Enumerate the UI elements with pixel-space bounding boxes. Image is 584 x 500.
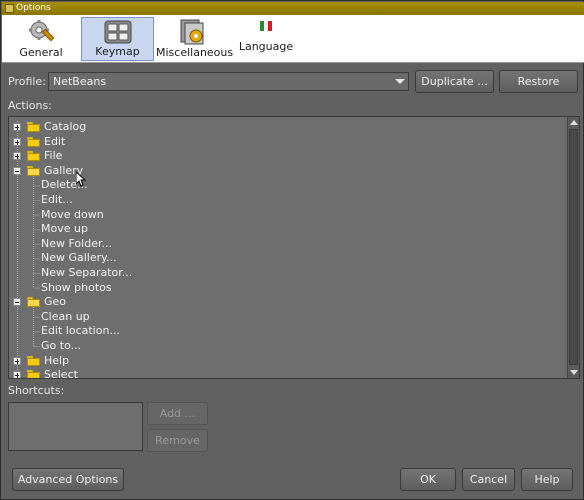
misc-icon [180, 19, 204, 45]
tree-action-item[interactable]: Show photos [41, 281, 112, 295]
folder-icon [27, 151, 40, 162]
shortcuts-label: Shortcuts: [8, 384, 65, 397]
collapse-icon[interactable] [13, 298, 21, 307]
folder-open-icon [27, 165, 40, 176]
gear-wrench-icon [29, 20, 55, 42]
actions-tree[interactable]: Catalog Edit File Gallery Delete... Edit... Mo… [8, 116, 580, 379]
tree-folder-item[interactable]: Edit [44, 135, 65, 149]
cancel-button[interactable]: Cancel [462, 468, 515, 491]
window-icon [5, 4, 14, 13]
actions-label: Actions: [8, 99, 52, 112]
expand-icon[interactable] [13, 152, 21, 161]
tree-action-item[interactable]: Go to... [41, 339, 81, 353]
scroll-down-icon[interactable] [570, 370, 578, 375]
tab-language[interactable]: Language [236, 17, 296, 61]
chevron-down-icon[interactable] [395, 79, 405, 84]
tree-action-item[interactable]: Move up [41, 222, 88, 236]
tree-action-item[interactable]: New Gallery... [41, 251, 117, 265]
scroll-up-icon[interactable] [570, 120, 578, 125]
category-toolbar: General Keymap Miscellaneous Language [2, 15, 584, 63]
tree-action-item[interactable]: Edit... [41, 193, 73, 207]
tree-folder-item[interactable]: Catalog [44, 120, 86, 134]
profile-select[interactable]: NetBeans [48, 72, 409, 91]
tree-folder-item[interactable]: Help [44, 354, 69, 368]
actions-scrollbar[interactable] [567, 117, 579, 378]
expand-icon[interactable] [13, 123, 21, 131]
tab-miscellaneous-label: Miscellaneous [156, 46, 234, 59]
tab-general[interactable]: General [8, 17, 74, 61]
tab-keymap[interactable]: Keymap [81, 17, 154, 61]
folder-icon [27, 122, 40, 132]
window-title: Options [16, 3, 51, 13]
title-bar[interactable]: Options [2, 2, 584, 15]
duplicate-button[interactable]: Duplicate ... [415, 70, 494, 93]
profile-label: Profile: [8, 75, 46, 88]
shortcuts-list[interactable] [8, 402, 143, 451]
tree-folder-item[interactable]: Select [44, 368, 78, 378]
folder-icon [27, 355, 40, 366]
tree-action-item[interactable]: New Separator... [41, 266, 132, 280]
tab-keymap-label: Keymap [95, 45, 140, 58]
options-window: Options General Keymap Miscellaneous Lan… [0, 0, 584, 500]
folder-icon [27, 370, 40, 378]
remove-shortcut-button[interactable]: Remove [147, 429, 208, 452]
tab-general-label: General [19, 46, 63, 59]
folder-open-icon [27, 297, 40, 308]
advanced-options-button[interactable]: Advanced Options [12, 468, 124, 491]
keyboard-icon [104, 20, 131, 44]
tab-miscellaneous[interactable]: Miscellaneous [156, 17, 234, 61]
mouse-pointer-icon [76, 172, 86, 187]
profile-value: NetBeans [53, 75, 107, 88]
collapse-icon[interactable] [13, 166, 21, 175]
scroll-thumb[interactable] [569, 129, 578, 365]
expand-icon[interactable] [13, 371, 21, 378]
ok-button[interactable]: OK [400, 468, 456, 491]
tree-folder-item[interactable]: File [44, 149, 62, 163]
expand-icon[interactable] [13, 356, 21, 365]
tree-action-item[interactable]: Clean up [41, 310, 90, 324]
tab-language-label: Language [238, 40, 294, 53]
add-shortcut-button[interactable]: Add ... [147, 402, 208, 425]
expand-icon[interactable] [13, 137, 21, 146]
folder-icon [27, 136, 40, 147]
tree-action-item[interactable]: New Folder... [41, 237, 112, 251]
tree-action-item[interactable]: Move down [41, 208, 104, 222]
language-flag-icon [260, 21, 272, 31]
tree-action-item[interactable]: Edit location... [41, 324, 120, 338]
restore-button[interactable]: Restore [499, 70, 578, 93]
tree-folder-item[interactable]: Geo [44, 295, 66, 309]
help-button[interactable]: Help [521, 468, 573, 491]
